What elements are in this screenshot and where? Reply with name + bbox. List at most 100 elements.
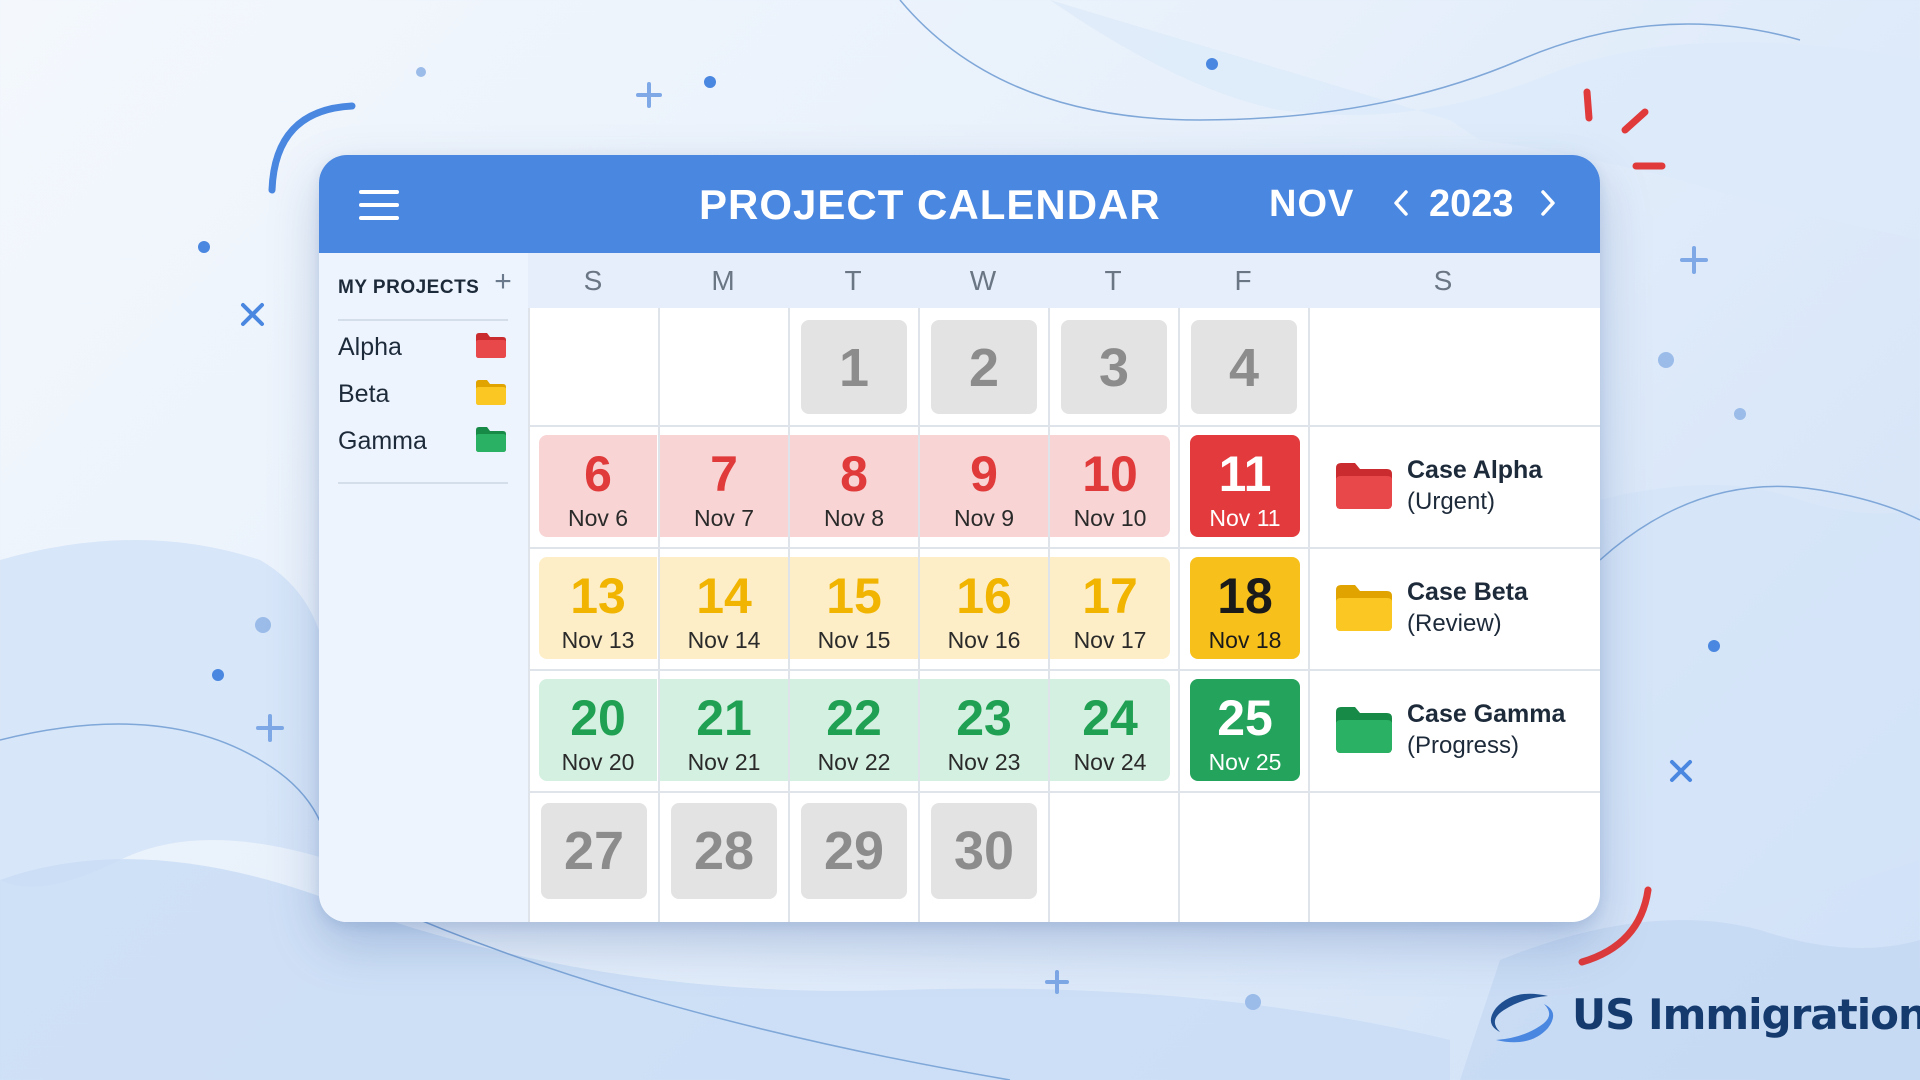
hamburger-menu-icon[interactable] xyxy=(359,190,399,220)
day-cell-11[interactable]: 11 Nov 11 xyxy=(1190,435,1300,537)
case-name: Case Alpha xyxy=(1407,456,1543,484)
day-cell-9[interactable]: 9 Nov 9 xyxy=(920,435,1048,537)
day-label: Nov 14 xyxy=(687,627,761,653)
grid-line xyxy=(528,425,1600,427)
chevron-right-icon[interactable] xyxy=(1534,185,1562,221)
page-title: PROJECT CALENDAR xyxy=(699,181,1161,228)
projects-sidebar: MY PROJECTS + Alpha Beta Gamma xyxy=(319,253,528,922)
weekday-header: S M T W T F S xyxy=(528,253,1600,308)
day-cell-8[interactable]: 8 Nov 8 xyxy=(790,435,918,537)
weekday-fri: F xyxy=(1234,265,1252,296)
sidebar-item-alpha[interactable]: Alpha xyxy=(338,327,513,363)
day-label: Nov 22 xyxy=(817,749,891,775)
day-cell-17[interactable]: 17 Nov 17 xyxy=(1050,557,1170,659)
day-number: 4 xyxy=(1228,338,1260,398)
month-label: NOV xyxy=(1269,183,1355,225)
weekday-tue: T xyxy=(844,265,862,296)
case-status: (Urgent) xyxy=(1407,488,1496,515)
day-number: 25 xyxy=(1217,690,1273,746)
sidebar-item-label: Gamma xyxy=(338,427,427,455)
weekday-mon: M xyxy=(711,265,735,296)
day-cell-1[interactable]: 1 xyxy=(801,320,907,414)
day-cell-6[interactable]: 6 Nov 6 xyxy=(539,435,657,537)
day-number: 16 xyxy=(956,568,1012,624)
brand-name: US Immigration AI xyxy=(1572,990,1920,1039)
day-label: Nov 9 xyxy=(953,505,1015,531)
case-name: Case Gamma xyxy=(1407,700,1566,728)
day-cell-21[interactable]: 21 Nov 21 xyxy=(660,679,788,781)
sidebar-item-gamma[interactable]: Gamma xyxy=(338,421,513,457)
sidebar-item-beta[interactable]: Beta xyxy=(338,374,513,410)
day-cell-7[interactable]: 7 Nov 7 xyxy=(660,435,788,537)
day-number: 27 xyxy=(563,821,625,881)
sidebar-item-label: Alpha xyxy=(338,333,402,361)
day-label: Nov 21 xyxy=(687,749,761,775)
day-number: 10 xyxy=(1082,446,1138,502)
day-label: Nov 10 xyxy=(1073,505,1147,531)
day-number: 23 xyxy=(956,690,1012,746)
day-cell-27[interactable]: 27 xyxy=(541,803,647,899)
day-number: 24 xyxy=(1082,690,1138,746)
day-cell-2[interactable]: 2 xyxy=(931,320,1037,414)
folder-icon xyxy=(476,333,506,358)
weekday-thu: T xyxy=(1104,265,1122,296)
add-project-button[interactable]: + xyxy=(489,267,517,297)
day-label: Nov 24 xyxy=(1073,749,1147,775)
day-label: Nov 7 xyxy=(693,505,755,531)
divider xyxy=(338,319,508,321)
day-cell-20[interactable]: 20 Nov 20 xyxy=(539,679,657,781)
calendar-window: PROJECT CALENDAR NOV 2023 MY PROJECTS + … xyxy=(319,155,1600,922)
year-label: 2023 xyxy=(1429,183,1514,225)
grid-line xyxy=(528,308,530,922)
sidebar-item-label: Beta xyxy=(338,380,390,408)
day-cell-10[interactable]: 10 Nov 10 xyxy=(1050,435,1170,537)
grid-line xyxy=(1308,308,1310,922)
day-cell-16[interactable]: 16 Nov 16 xyxy=(920,557,1048,659)
day-label: Nov 8 xyxy=(823,505,885,531)
day-cell-4[interactable]: 4 xyxy=(1191,320,1297,414)
day-number: 13 xyxy=(570,568,626,624)
folder-icon xyxy=(1336,585,1392,631)
day-cell-15[interactable]: 15 Nov 15 xyxy=(790,557,918,659)
day-cell-28[interactable]: 28 xyxy=(671,803,777,899)
case-status: (Review) xyxy=(1407,610,1502,637)
day-cell-14[interactable]: 14 Nov 14 xyxy=(660,557,788,659)
day-number: 29 xyxy=(823,821,885,881)
case-gamma[interactable]: Case Gamma (Progress) xyxy=(1319,690,1599,770)
day-cell-30[interactable]: 30 xyxy=(931,803,1037,899)
day-cell-3[interactable]: 3 xyxy=(1061,320,1167,414)
chevron-left-icon[interactable] xyxy=(1387,185,1415,221)
day-cell-13[interactable]: 13 Nov 13 xyxy=(539,557,657,659)
day-number: 30 xyxy=(953,821,1015,881)
day-number: 20 xyxy=(570,690,626,746)
case-beta[interactable]: Case Beta (Review) xyxy=(1319,568,1599,648)
day-cell-23[interactable]: 23 Nov 23 xyxy=(920,679,1048,781)
case-status: (Progress) xyxy=(1407,732,1520,759)
day-cell-18[interactable]: 18 Nov 18 xyxy=(1190,557,1300,659)
day-label: Nov 18 xyxy=(1208,627,1282,653)
day-label: Nov 13 xyxy=(561,627,635,653)
day-cell-25[interactable]: 25 Nov 25 xyxy=(1190,679,1300,781)
calendar-header: PROJECT CALENDAR NOV 2023 xyxy=(319,155,1600,253)
day-cell-24[interactable]: 24 Nov 24 xyxy=(1050,679,1170,781)
day-number: 21 xyxy=(696,690,752,746)
day-label: Nov 17 xyxy=(1073,627,1147,653)
weekday-wed: W xyxy=(969,265,997,296)
day-number: 7 xyxy=(710,446,738,502)
brand-logo: US Immigration AI xyxy=(1478,982,1920,1054)
day-number: 2 xyxy=(968,338,1000,398)
day-label: Nov 11 xyxy=(1209,505,1281,531)
day-label: Nov 15 xyxy=(817,627,891,653)
day-cell-29[interactable]: 29 xyxy=(801,803,907,899)
weekday-sun: S xyxy=(583,265,603,296)
case-alpha[interactable]: Case Alpha (Urgent) xyxy=(1319,446,1599,526)
day-number: 3 xyxy=(1098,338,1130,398)
day-number: 15 xyxy=(826,568,882,624)
day-number: 6 xyxy=(584,446,612,502)
grid-line xyxy=(528,669,1600,671)
day-cell-22[interactable]: 22 Nov 22 xyxy=(790,679,918,781)
day-number: 1 xyxy=(838,338,870,398)
swoosh-logo-icon xyxy=(1490,993,1554,1043)
divider xyxy=(338,482,508,484)
grid-line xyxy=(1178,308,1180,922)
